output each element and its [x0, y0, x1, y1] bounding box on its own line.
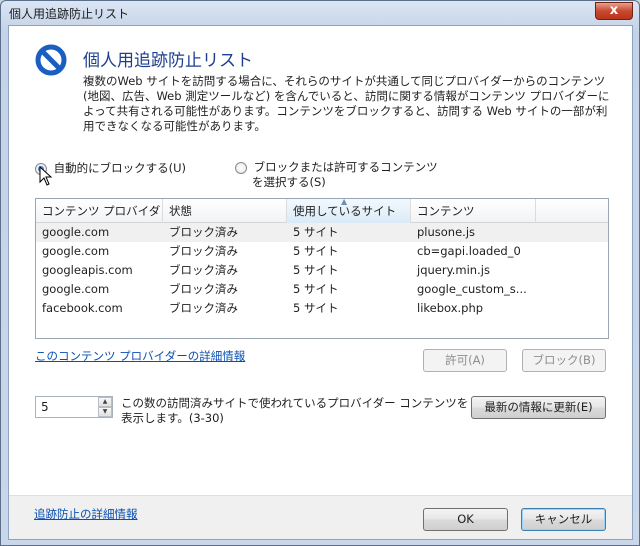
status-cell: ブロック済み	[169, 244, 238, 258]
mouse-cursor-icon	[39, 166, 53, 186]
content-cell: cb=gapi.loaded_0	[417, 244, 521, 258]
provider-cell: google.com	[42, 282, 110, 296]
threshold-value: 5	[41, 400, 49, 414]
threshold-stepper[interactable]: 5 ▲ ▼	[35, 396, 113, 418]
window-title: 個人用追跡防止リスト	[9, 7, 130, 21]
column-header-status[interactable]: 状態	[163, 199, 287, 223]
stepper-up-icon[interactable]: ▲	[98, 397, 112, 407]
dialog-content: 個人用追跡防止リスト 複数のWeb サイトを訪問する場合に、それらのサイトが共通…	[8, 25, 633, 540]
choose-option[interactable]: ブロックまたは許可するコンテンツ を選択する(S)	[235, 160, 438, 190]
status-cell: ブロック済み	[169, 301, 238, 315]
dialog-footer: 追跡防止の詳細情報 OK キャンセル	[9, 495, 632, 539]
table-row[interactable]: google.com ブロック済み 5 サイト google_custom_s.…	[36, 280, 608, 299]
column-header-sites[interactable]: ▲ 使用しているサイト	[287, 199, 411, 223]
table-row[interactable]: google.com ブロック済み 5 サイト plusone.js	[36, 223, 608, 242]
table-row[interactable]: google.com ブロック済み 5 サイト cb=gapi.loaded_0	[36, 242, 608, 261]
refresh-button[interactable]: 最新の情報に更新(E)	[471, 396, 606, 419]
sort-ascending-icon: ▲	[341, 198, 348, 206]
table-row[interactable]: facebook.com ブロック済み 5 サイト likebox.php	[36, 299, 608, 318]
description-text: 複数のWeb サイトを訪問する場合に、それらのサイトが共通して同じプロバイダーか…	[83, 74, 610, 133]
sites-cell: 5 サイト	[293, 225, 339, 239]
provider-cell: google.com	[42, 244, 110, 258]
status-cell: ブロック済み	[169, 263, 238, 277]
choose-label-line1: ブロックまたは許可するコンテンツ	[253, 160, 438, 174]
threshold-label: この数の訪問済みサイトで使われているプロバイダー コンテンツを表示します。(3-…	[121, 396, 469, 425]
provider-info-link[interactable]: このコンテンツ プロバイダーの詳細情報	[35, 348, 245, 364]
content-cell: plusone.js	[417, 225, 476, 239]
block-icon	[35, 44, 67, 76]
provider-table[interactable]: コンテンツ プロバイダー 状態 ▲ 使用しているサイト コンテンツ google…	[35, 198, 609, 339]
ok-button[interactable]: OK	[423, 508, 508, 531]
page-title: 個人用追跡防止リスト	[83, 51, 253, 71]
provider-cell: googleapis.com	[42, 263, 133, 277]
table-header: コンテンツ プロバイダー 状態 ▲ 使用しているサイト コンテンツ	[36, 199, 608, 242]
title-bar[interactable]: 個人用追跡防止リスト x	[1, 1, 639, 25]
provider-cell: facebook.com	[42, 301, 123, 315]
sites-cell: 5 サイト	[293, 282, 339, 296]
auto-block-option[interactable]: 自動的にブロックする(U)	[35, 160, 186, 176]
tracking-protection-info-link[interactable]: 追跡防止の詳細情報	[34, 506, 138, 522]
sites-cell: 5 サイト	[293, 263, 339, 277]
status-cell: ブロック済み	[169, 282, 238, 296]
cancel-button[interactable]: キャンセル	[521, 508, 606, 531]
column-header-content[interactable]: コンテンツ	[411, 199, 536, 223]
choose-label-line2: を選択する(S)	[252, 175, 326, 189]
choose-radio[interactable]	[235, 161, 247, 174]
provider-cell: google.com	[42, 225, 110, 239]
stepper-buttons: ▲ ▼	[98, 397, 112, 417]
allow-button[interactable]: 許可(A)	[423, 349, 507, 372]
status-cell: ブロック済み	[169, 225, 238, 239]
close-button[interactable]: x	[595, 2, 633, 20]
sites-cell: 5 サイト	[293, 244, 339, 258]
stepper-down-icon[interactable]: ▼	[98, 407, 112, 417]
block-button[interactable]: ブロック(B)	[522, 349, 606, 372]
sites-cell: 5 サイト	[293, 301, 339, 315]
content-cell: jquery.min.js	[417, 263, 490, 277]
column-header-provider[interactable]: コンテンツ プロバイダー	[36, 199, 163, 242]
table-row[interactable]: googleapis.com ブロック済み 5 サイト jquery.min.j…	[36, 261, 608, 280]
content-cell: google_custom_s...	[417, 282, 527, 296]
dialog-window: 個人用追跡防止リスト x 個人用追跡防止リスト 複数のWeb サイトを訪問する場…	[0, 0, 640, 546]
content-cell: likebox.php	[417, 301, 484, 315]
auto-block-label: 自動的にブロックする(U)	[53, 161, 187, 175]
